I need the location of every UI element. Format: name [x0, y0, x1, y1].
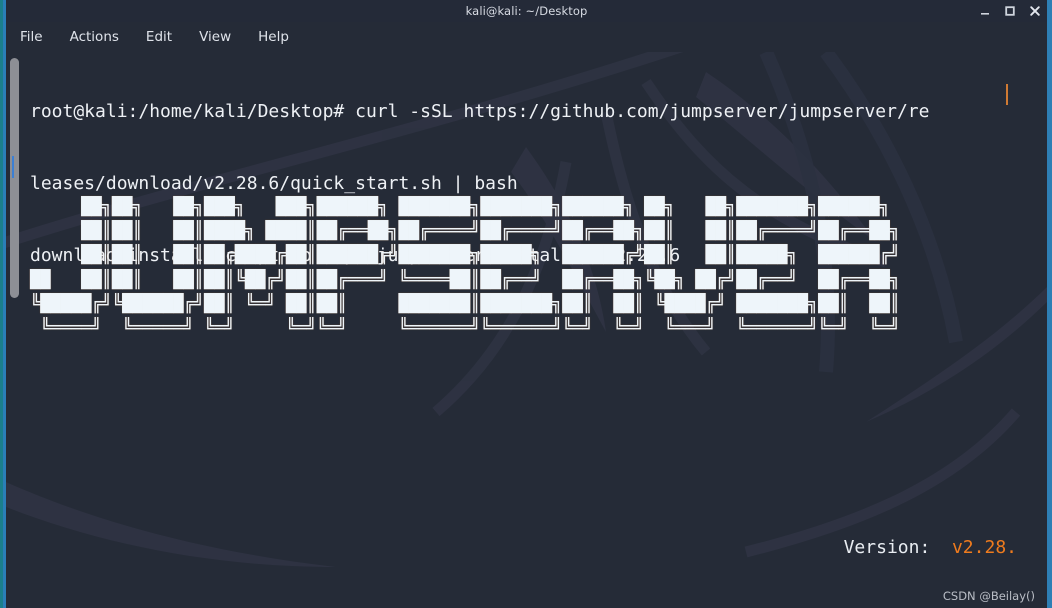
menu-item-view[interactable]: View [199, 29, 231, 45]
menu-item-edit[interactable]: Edit [146, 29, 172, 45]
menu-item-help[interactable]: Help [258, 29, 289, 45]
close-icon [1030, 6, 1040, 16]
terminal-output-area[interactable]: root@kali:/home/kali/Desktop# curl -sSL … [6, 52, 1047, 608]
window-edge-blue-right [1047, 0, 1052, 608]
version-label: Version: [843, 537, 952, 558]
minimize-icon [981, 13, 989, 15]
version-value: v2.28. [951, 537, 1017, 558]
text-cursor [12, 156, 14, 178]
terminal-window: kali@kali: ~/Desktop File Actions Edit V… [0, 0, 1052, 608]
window-controls [979, 0, 1041, 22]
window-title: kali@kali: ~/Desktop [465, 4, 588, 18]
csdn-watermark: CSDN @Beilay() [942, 589, 1035, 603]
jumpserver-ascii-banner: ██╗██╗ ██╗███╗ ███╗██████╗ ███████╗█████… [30, 197, 900, 339]
scrollbar-thumb[interactable] [10, 58, 19, 298]
menu-item-file[interactable]: File [20, 29, 43, 45]
terminal-line-command-1: root@kali:/home/kali/Desktop# curl -sSL … [30, 101, 930, 122]
title-bar[interactable]: kali@kali: ~/Desktop [6, 0, 1047, 22]
minimize-button[interactable] [979, 5, 991, 17]
scrollbar-track[interactable] [8, 52, 19, 608]
terminal-line-command-2: leases/download/v2.28.6/quick_start.sh |… [30, 173, 518, 194]
close-button[interactable] [1029, 5, 1041, 17]
maximize-icon [1005, 6, 1015, 16]
maximize-button[interactable] [1004, 5, 1016, 17]
menu-item-actions[interactable]: Actions [70, 29, 119, 45]
line-wrap-cursor [1006, 84, 1008, 105]
terminal-footer-text: Version: v2.28. 6 1. Check Configuration… [30, 488, 1041, 608]
version-row: Version: v2.28. [30, 536, 1041, 560]
menu-bar: File Actions Edit View Help [6, 22, 1047, 52]
